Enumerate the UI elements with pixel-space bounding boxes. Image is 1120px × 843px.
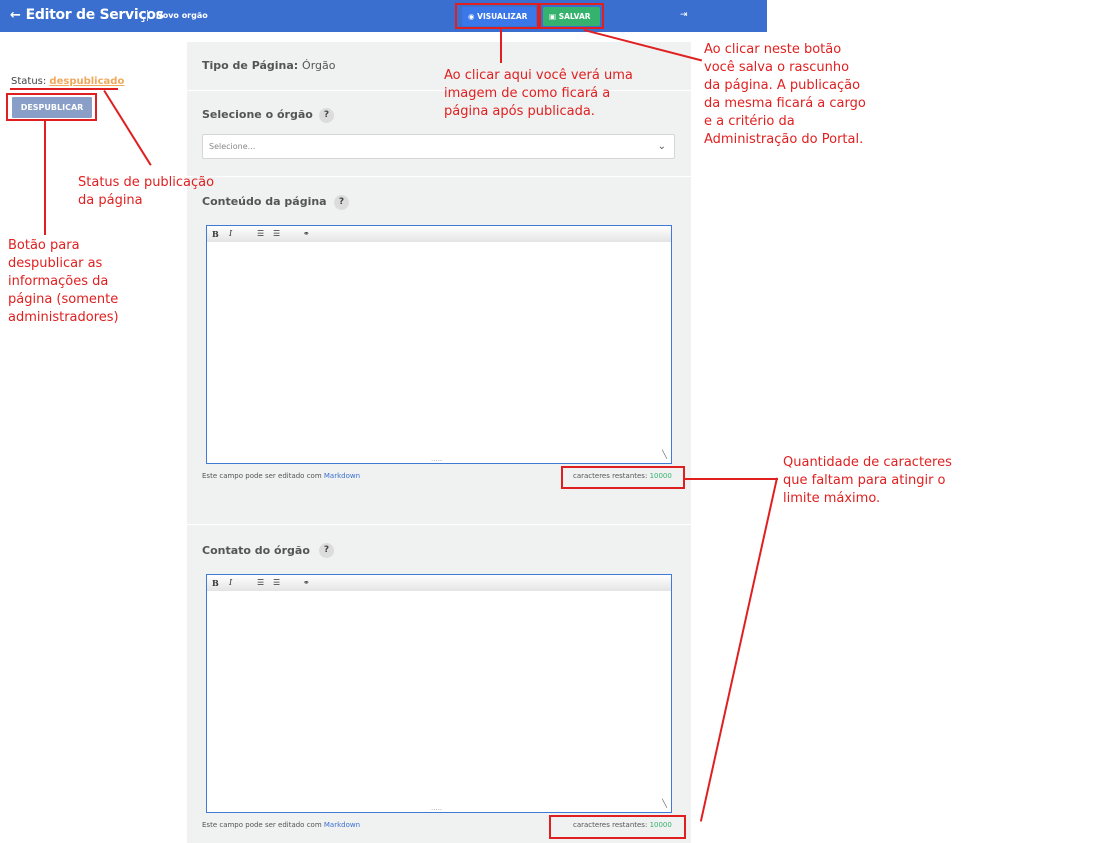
annotation-box-save xyxy=(539,3,604,29)
editor-toolbar: B I ☰ ☰ ⚭ xyxy=(207,575,671,591)
help-icon[interactable]: ? xyxy=(319,543,334,558)
annotation-line xyxy=(500,29,502,63)
markdown-hint: Este campo pode ser editado com Markdown xyxy=(202,821,360,829)
section-divider xyxy=(187,524,691,525)
resize-grip-icon[interactable]: ╲ xyxy=(662,799,667,808)
annotation-box-unpublish xyxy=(6,93,97,121)
publication-status: Status: despublicado xyxy=(11,76,124,87)
bullet-list-icon[interactable]: ☰ xyxy=(257,578,264,587)
resize-dots: ..... xyxy=(431,455,443,463)
annotation-line xyxy=(103,90,152,166)
organ-select-placeholder: Selecione... xyxy=(209,142,256,151)
page-type: Tipo de Página: Órgão xyxy=(202,59,335,72)
markdown-link[interactable]: Markdown xyxy=(324,472,360,480)
contact-editor[interactable]: B I ☰ ☰ ⚭ ..... ╲ xyxy=(206,574,672,813)
editor-title: Editor de Serviços xyxy=(25,7,164,23)
page-type-label: Tipo de Página: xyxy=(202,59,299,72)
organ-label: Selecione o órgão xyxy=(202,108,313,121)
bullet-list-icon[interactable]: ☰ xyxy=(257,229,264,238)
annotation-box-counter xyxy=(561,466,685,489)
chevron-down-icon: ⌄ xyxy=(657,141,666,152)
markdown-hint-text: Este campo pode ser editado com xyxy=(202,821,322,829)
annotation-line xyxy=(10,88,118,90)
markdown-hint-text: Este campo pode ser editado com xyxy=(202,472,322,480)
help-icon[interactable]: ? xyxy=(334,195,349,210)
page-type-value: Órgão xyxy=(302,59,336,72)
annotation-unpublish: Botão para despublicar as informações da… xyxy=(8,238,119,325)
resize-grip-icon[interactable]: ╲ xyxy=(662,450,667,459)
annotation-box-visualize xyxy=(455,3,539,29)
link-icon[interactable]: ⚭ xyxy=(303,578,310,587)
numbered-list-icon[interactable]: ☰ xyxy=(273,229,280,238)
annotation-counter: Quantidade de caracteres que faltam para… xyxy=(783,455,952,506)
contact-label: Contato do órgão xyxy=(202,544,310,557)
annotation-line xyxy=(685,478,778,480)
breadcrumb: Novo orgão xyxy=(156,11,208,20)
italic-icon[interactable]: I xyxy=(229,229,232,238)
numbered-list-icon[interactable]: ☰ xyxy=(273,578,280,587)
title-divider xyxy=(147,10,148,21)
annotation-line xyxy=(699,477,778,822)
annotation-save: Ao clicar neste botão você salva o rascu… xyxy=(704,42,866,147)
content-editor[interactable]: B I ☰ ☰ ⚭ ..... ╲ xyxy=(206,225,672,464)
back-link[interactable]: ← Editor de Serviços xyxy=(10,7,164,23)
markdown-link[interactable]: Markdown xyxy=(324,821,360,829)
arrow-left-icon: ← xyxy=(10,8,21,23)
status-value: despublicado xyxy=(49,76,125,87)
annotation-visualize: Ao clicar aqui você verá uma imagem de c… xyxy=(444,68,633,119)
annotation-status: Status de publicação da página xyxy=(78,175,215,208)
help-icon[interactable]: ? xyxy=(319,108,334,123)
section-divider xyxy=(187,176,691,177)
status-label: Status: xyxy=(11,76,47,87)
link-icon[interactable]: ⚭ xyxy=(303,229,310,238)
organ-select[interactable]: Selecione... ⌄ xyxy=(202,134,675,159)
sign-out-icon[interactable]: ⇥ xyxy=(680,10,690,20)
annotation-box-counter xyxy=(549,815,686,839)
annotation-line xyxy=(44,121,46,235)
editor-toolbar: B I ☰ ☰ ⚭ xyxy=(207,226,671,242)
italic-icon[interactable]: I xyxy=(229,578,232,587)
resize-dots: ..... xyxy=(431,804,443,812)
bold-icon[interactable]: B xyxy=(212,578,219,588)
content-label: Conteúdo da página xyxy=(202,195,327,208)
markdown-hint: Este campo pode ser editado com Markdown xyxy=(202,472,360,480)
bold-icon[interactable]: B xyxy=(212,229,219,239)
